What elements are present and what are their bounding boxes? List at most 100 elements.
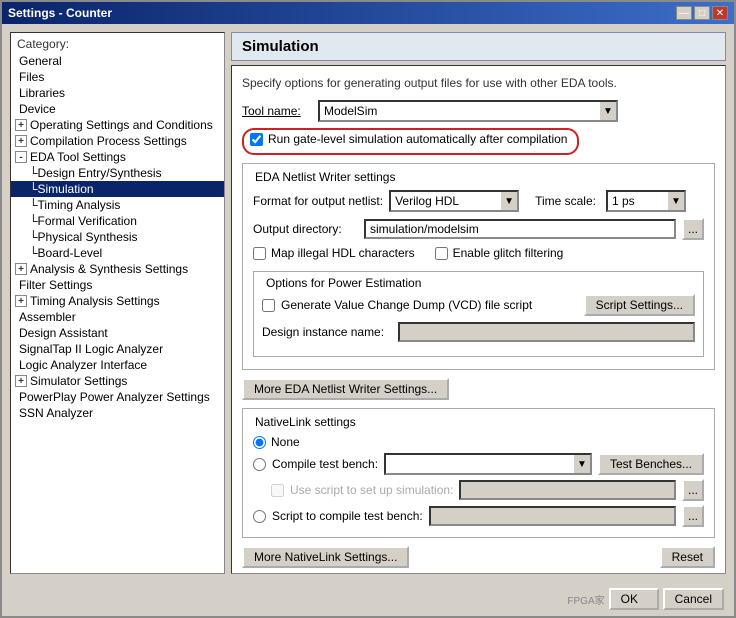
main-window: Settings - Counter — □ ✕ Category: Gener… xyxy=(0,0,736,618)
generate-vcd-label: Generate Value Change Dump (VCD) file sc… xyxy=(281,298,532,312)
script-settings-button[interactable]: Script Settings... xyxy=(584,294,695,316)
map-illegal-label: Map illegal HDL characters xyxy=(271,246,415,260)
script-compile-input[interactable] xyxy=(429,506,676,526)
format-row: Format for output netlist: Verilog HDL ▼… xyxy=(253,190,704,212)
sidebar-item-operating[interactable]: +Operating Settings and Conditions xyxy=(11,117,224,133)
output-dir-browse-button[interactable]: ... xyxy=(682,218,704,240)
timescale-dropdown-arrow: ▼ xyxy=(668,192,684,210)
bottom-bar: FPGA家 OK Cancel xyxy=(2,582,734,616)
test-benches-button[interactable]: Test Benches... xyxy=(598,453,704,475)
design-instance-row: Design instance name: xyxy=(262,322,695,342)
minimize-button[interactable]: — xyxy=(676,6,692,20)
dropdown-arrow-icon: ▼ xyxy=(600,102,616,120)
output-dir-label: Output directory: xyxy=(253,222,358,236)
timescale-value: 1 ps xyxy=(612,194,635,208)
sidebar-item-powerplay[interactable]: PowerPlay Power Analyzer Settings xyxy=(11,389,224,405)
sidebar-item-eda-tool[interactable]: -EDA Tool Settings xyxy=(11,149,224,165)
script-compile-row: Script to compile test bench: ... xyxy=(253,505,704,527)
output-dir-row: Output directory: ... xyxy=(253,218,704,240)
timescale-dropdown[interactable]: 1 ps ▼ xyxy=(606,190,686,212)
output-dir-input[interactable] xyxy=(364,219,676,239)
format-dropdown[interactable]: Verilog HDL ▼ xyxy=(389,190,519,212)
sidebar-item-general[interactable]: General xyxy=(11,53,224,69)
expand-icon: + xyxy=(15,375,27,387)
use-script-input[interactable] xyxy=(459,480,676,500)
cancel-button[interactable]: Cancel xyxy=(663,588,724,610)
tool-name-row: Tool name: ModelSim ▼ xyxy=(242,100,715,122)
title-bar-buttons: — □ ✕ xyxy=(676,6,728,20)
design-instance-input[interactable] xyxy=(398,322,695,342)
sidebar-item-ssn[interactable]: SSN Analyzer xyxy=(11,405,224,421)
close-button[interactable]: ✕ xyxy=(712,6,728,20)
none-label: None xyxy=(271,435,300,449)
run-gate-level-checkbox[interactable] xyxy=(250,133,263,146)
reset-button[interactable]: Reset xyxy=(660,546,715,568)
tool-name-value: ModelSim xyxy=(324,104,377,118)
sidebar-item-simulation[interactable]: └ Simulation xyxy=(11,181,224,197)
ok-button[interactable]: OK xyxy=(609,588,659,610)
use-script-row: Use script to set up simulation: ... xyxy=(253,479,704,501)
maximize-button[interactable]: □ xyxy=(694,6,710,20)
dialog-content: Category: General Files Libraries Device… xyxy=(2,24,734,582)
enable-glitch-checkbox[interactable] xyxy=(435,247,448,260)
sidebar-item-design-entry[interactable]: └ Design Entry/Synthesis xyxy=(11,165,224,181)
format-value: Verilog HDL xyxy=(395,194,459,208)
map-illegal-checkbox[interactable] xyxy=(253,247,266,260)
nativelink-group-title: NativeLink settings xyxy=(251,415,360,429)
format-dropdown-arrow: ▼ xyxy=(501,192,517,210)
ok-cancel-area: OK Cancel xyxy=(609,588,724,610)
sidebar-item-analysis-synthesis[interactable]: +Analysis & Synthesis Settings xyxy=(11,261,224,277)
compile-test-row: Compile test bench: ▼ Test Benches... xyxy=(253,453,704,475)
sidebar-item-physical-synthesis[interactable]: └ Physical Synthesis xyxy=(11,229,224,245)
none-radio[interactable] xyxy=(253,436,266,449)
sidebar-item-assembler[interactable]: Assembler xyxy=(11,309,224,325)
map-illegal-row: Map illegal HDL characters xyxy=(253,246,415,260)
more-nativelink-button[interactable]: More NativeLink Settings... xyxy=(242,546,409,568)
format-label: Format for output netlist: xyxy=(253,194,383,208)
script-compile-radio[interactable] xyxy=(253,510,266,523)
sidebar-item-formal-verification[interactable]: └ Formal Verification xyxy=(11,213,224,229)
script-compile-label: Script to compile test bench: xyxy=(272,509,423,523)
power-estimation-title: Options for Power Estimation xyxy=(262,276,425,290)
timescale-label: Time scale: xyxy=(535,194,596,208)
sidebar-item-timing-analysis[interactable]: └ Timing Analysis xyxy=(11,197,224,213)
sidebar-item-libraries[interactable]: Libraries xyxy=(11,85,224,101)
compile-test-dropdown-arrow: ▼ xyxy=(574,455,590,473)
generate-vcd-row: Generate Value Change Dump (VCD) file sc… xyxy=(262,294,695,316)
power-estimation-group: Options for Power Estimation Generate Va… xyxy=(253,271,704,357)
main-panel: Simulation Specify options for generatin… xyxy=(231,32,726,574)
eda-netlist-group-title: EDA Netlist Writer settings xyxy=(251,170,399,184)
sidebar-item-logic-analyzer[interactable]: Logic Analyzer Interface xyxy=(11,357,224,373)
compile-test-radio[interactable] xyxy=(253,458,266,471)
watermark-text: FPGA家 xyxy=(567,592,604,607)
category-label: Category: xyxy=(11,33,224,53)
use-script-browse-button[interactable]: ... xyxy=(682,479,704,501)
tool-name-dropdown[interactable]: ModelSim ▼ xyxy=(318,100,618,122)
compile-test-dropdown[interactable]: ▼ xyxy=(384,453,592,475)
sidebar-item-files[interactable]: Files xyxy=(11,69,224,85)
category-tree: Category: General Files Libraries Device… xyxy=(10,32,225,574)
design-instance-label: Design instance name: xyxy=(262,325,392,339)
sidebar-item-filter[interactable]: Filter Settings xyxy=(11,277,224,293)
script-compile-browse-button[interactable]: ... xyxy=(682,505,704,527)
expand-icon: + xyxy=(15,119,27,131)
more-eda-button[interactable]: More EDA Netlist Writer Settings... xyxy=(242,378,449,400)
section-title: Simulation xyxy=(231,32,726,61)
sidebar-item-simulator[interactable]: +Simulator Settings xyxy=(11,373,224,389)
settings-content: Specify options for generating output fi… xyxy=(231,65,726,574)
sidebar-item-compilation[interactable]: +Compilation Process Settings xyxy=(11,133,224,149)
title-bar: Settings - Counter — □ ✕ xyxy=(2,2,734,24)
window-title: Settings - Counter xyxy=(8,6,112,20)
sidebar-item-device[interactable]: Device xyxy=(11,101,224,117)
gate-level-highlight: Run gate-level simulation automatically … xyxy=(242,128,579,155)
sidebar-item-signaltap[interactable]: SignalTap II Logic Analyzer xyxy=(11,341,224,357)
sidebar-item-design-assistant[interactable]: Design Assistant xyxy=(11,325,224,341)
description-text: Specify options for generating output fi… xyxy=(242,74,715,92)
sidebar-item-board-level[interactable]: └ Board-Level xyxy=(11,245,224,261)
expand-icon: - xyxy=(15,151,27,163)
use-script-checkbox[interactable] xyxy=(271,484,284,497)
generate-vcd-checkbox[interactable] xyxy=(262,299,275,312)
run-gate-level-row: Run gate-level simulation automatically … xyxy=(250,132,567,146)
sidebar-item-timing-analysis-settings[interactable]: +Timing Analysis Settings xyxy=(11,293,224,309)
expand-icon: + xyxy=(15,295,27,307)
